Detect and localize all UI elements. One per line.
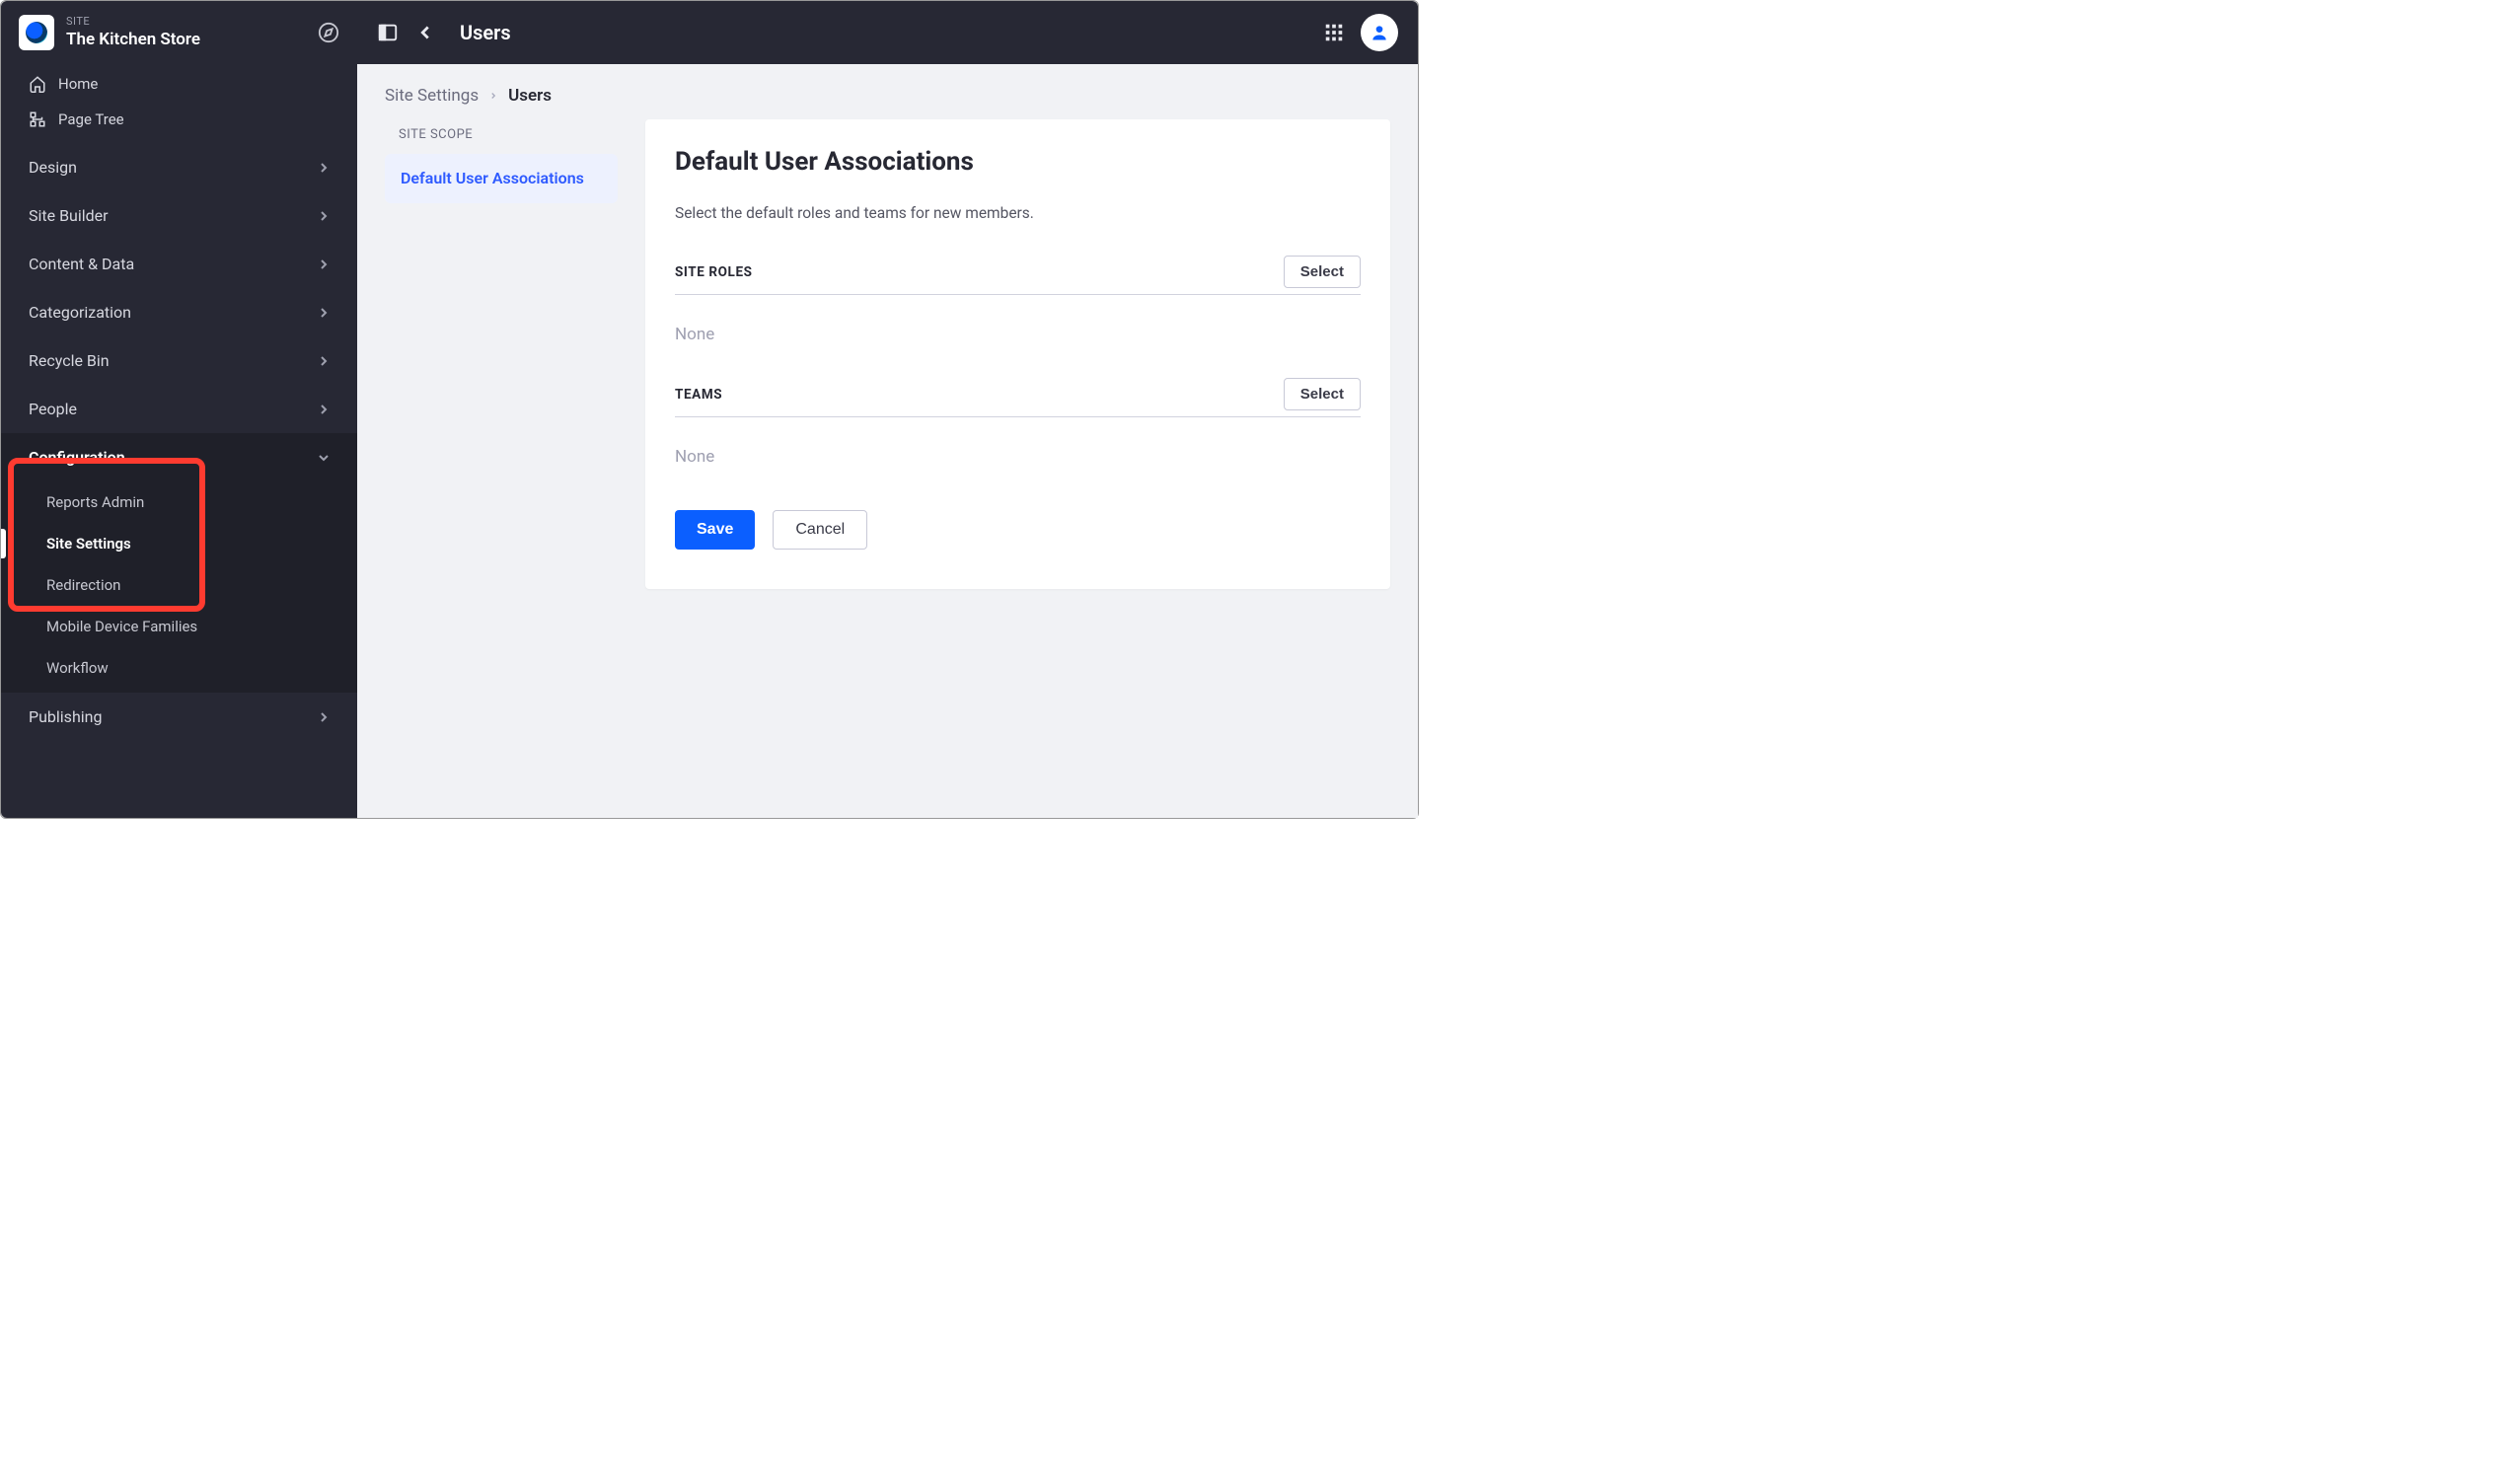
- group-heading: SITE ROLES: [675, 264, 753, 280]
- pagetree-icon: [29, 110, 46, 128]
- select-teams-button[interactable]: Select: [1284, 378, 1361, 410]
- sidebar-section-label: Design: [29, 158, 77, 177]
- sidebar-page-tree-label: Page Tree: [58, 110, 124, 128]
- chevron-right-icon: [316, 402, 332, 417]
- breadcrumb-current: Users: [508, 86, 552, 106]
- sidebar-section-publishing[interactable]: Publishing: [1, 693, 357, 741]
- sidebar-page-tree[interactable]: Page Tree: [1, 102, 357, 137]
- site-logo[interactable]: [19, 15, 54, 50]
- sidebar-section-label: People: [29, 400, 77, 418]
- sidebar: SITE The Kitchen Store Home Page Tree De…: [1, 1, 357, 818]
- site-title: The Kitchen Store: [66, 30, 306, 49]
- site-title-wrap: SITE The Kitchen Store: [66, 15, 306, 50]
- sidebar-sections: Design Site Builder Content & Data Categ…: [1, 143, 357, 818]
- sidebar-section-label: Configuration: [29, 448, 125, 467]
- chevron-right-icon: [316, 208, 332, 224]
- chevron-right-icon: [488, 91, 498, 101]
- panel-toggle-icon[interactable]: [377, 22, 399, 43]
- sidebar-section-label: Site Builder: [29, 206, 109, 225]
- sidebar-item-reports-admin[interactable]: Reports Admin: [1, 481, 357, 523]
- sidebar-section-label: Publishing: [29, 707, 102, 726]
- sidebar-section-configuration-container: Configuration Reports Admin Site Setting…: [1, 433, 357, 693]
- cancel-button[interactable]: Cancel: [773, 510, 867, 550]
- sidebar-section-design[interactable]: Design: [1, 143, 357, 191]
- save-button[interactable]: Save: [675, 510, 755, 550]
- group-site-roles: SITE ROLES Select None: [675, 256, 1361, 344]
- sidebar-item-mobile-device-families[interactable]: Mobile Device Families: [1, 606, 357, 647]
- sidebar-item-site-settings[interactable]: Site Settings: [1, 523, 357, 564]
- sidebar-item-redirection[interactable]: Redirection: [1, 564, 357, 606]
- page-description: Select the default roles and teams for n…: [675, 204, 1361, 222]
- sidebar-section-people[interactable]: People: [1, 385, 357, 433]
- compass-icon[interactable]: [318, 22, 339, 43]
- sidebar-section-site-builder[interactable]: Site Builder: [1, 191, 357, 240]
- sidebar-sublist-configuration: Reports Admin Site Settings Redirection …: [1, 481, 357, 693]
- chevron-right-icon: [316, 160, 332, 176]
- teams-value: None: [675, 447, 1361, 467]
- sidebar-section-recycle-bin[interactable]: Recycle Bin: [1, 336, 357, 385]
- breadcrumb: Site Settings Users: [371, 82, 1404, 119]
- topbar: Users: [357, 1, 1418, 64]
- sidebar-top-nav: Home Page Tree: [1, 60, 357, 143]
- sidebar-section-label: Content & Data: [29, 255, 134, 273]
- sidebar-section-label: Recycle Bin: [29, 351, 110, 370]
- sidebar-section-categorization[interactable]: Categorization: [1, 288, 357, 336]
- left-subnav-heading: SITE SCOPE: [385, 119, 618, 154]
- left-subnav: SITE SCOPE Default User Associations: [385, 119, 618, 203]
- sidebar-header: SITE The Kitchen Store: [1, 1, 357, 60]
- main-panel: Default User Associations Select the def…: [645, 119, 1390, 589]
- select-site-roles-button[interactable]: Select: [1284, 256, 1361, 288]
- page-title: Default User Associations: [675, 147, 1361, 177]
- group-teams: TEAMS Select None: [675, 378, 1361, 467]
- home-icon: [29, 75, 46, 93]
- content-area: Site Settings Users SITE SCOPE Default U…: [357, 64, 1418, 818]
- sidebar-home-label: Home: [58, 75, 98, 93]
- sidebar-item-workflow[interactable]: Workflow: [1, 647, 357, 689]
- breadcrumb-parent[interactable]: Site Settings: [385, 86, 479, 106]
- sidebar-home[interactable]: Home: [1, 66, 357, 102]
- sidebar-section-content-data[interactable]: Content & Data: [1, 240, 357, 288]
- group-heading: TEAMS: [675, 387, 722, 403]
- topbar-title: Users: [460, 21, 511, 44]
- chevron-down-icon: [316, 450, 332, 466]
- site-logo-icon: [26, 22, 47, 43]
- user-icon: [1370, 23, 1389, 42]
- chevron-right-icon: [316, 257, 332, 272]
- group-header: SITE ROLES Select: [675, 256, 1361, 295]
- chevron-right-icon: [316, 709, 332, 725]
- panel-actions: Save Cancel: [675, 510, 1361, 550]
- user-avatar[interactable]: [1361, 14, 1398, 51]
- site-eyebrow: SITE: [66, 15, 306, 28]
- site-roles-value: None: [675, 325, 1361, 344]
- group-header: TEAMS Select: [675, 378, 1361, 417]
- apps-grid-icon[interactable]: [1323, 22, 1345, 43]
- chevron-right-icon: [316, 305, 332, 321]
- back-icon[interactable]: [414, 22, 436, 43]
- left-subnav-item-default-user-associations[interactable]: Default User Associations: [385, 154, 618, 203]
- chevron-right-icon: [316, 353, 332, 369]
- sidebar-section-configuration[interactable]: Configuration: [1, 433, 357, 481]
- sidebar-section-label: Categorization: [29, 303, 131, 322]
